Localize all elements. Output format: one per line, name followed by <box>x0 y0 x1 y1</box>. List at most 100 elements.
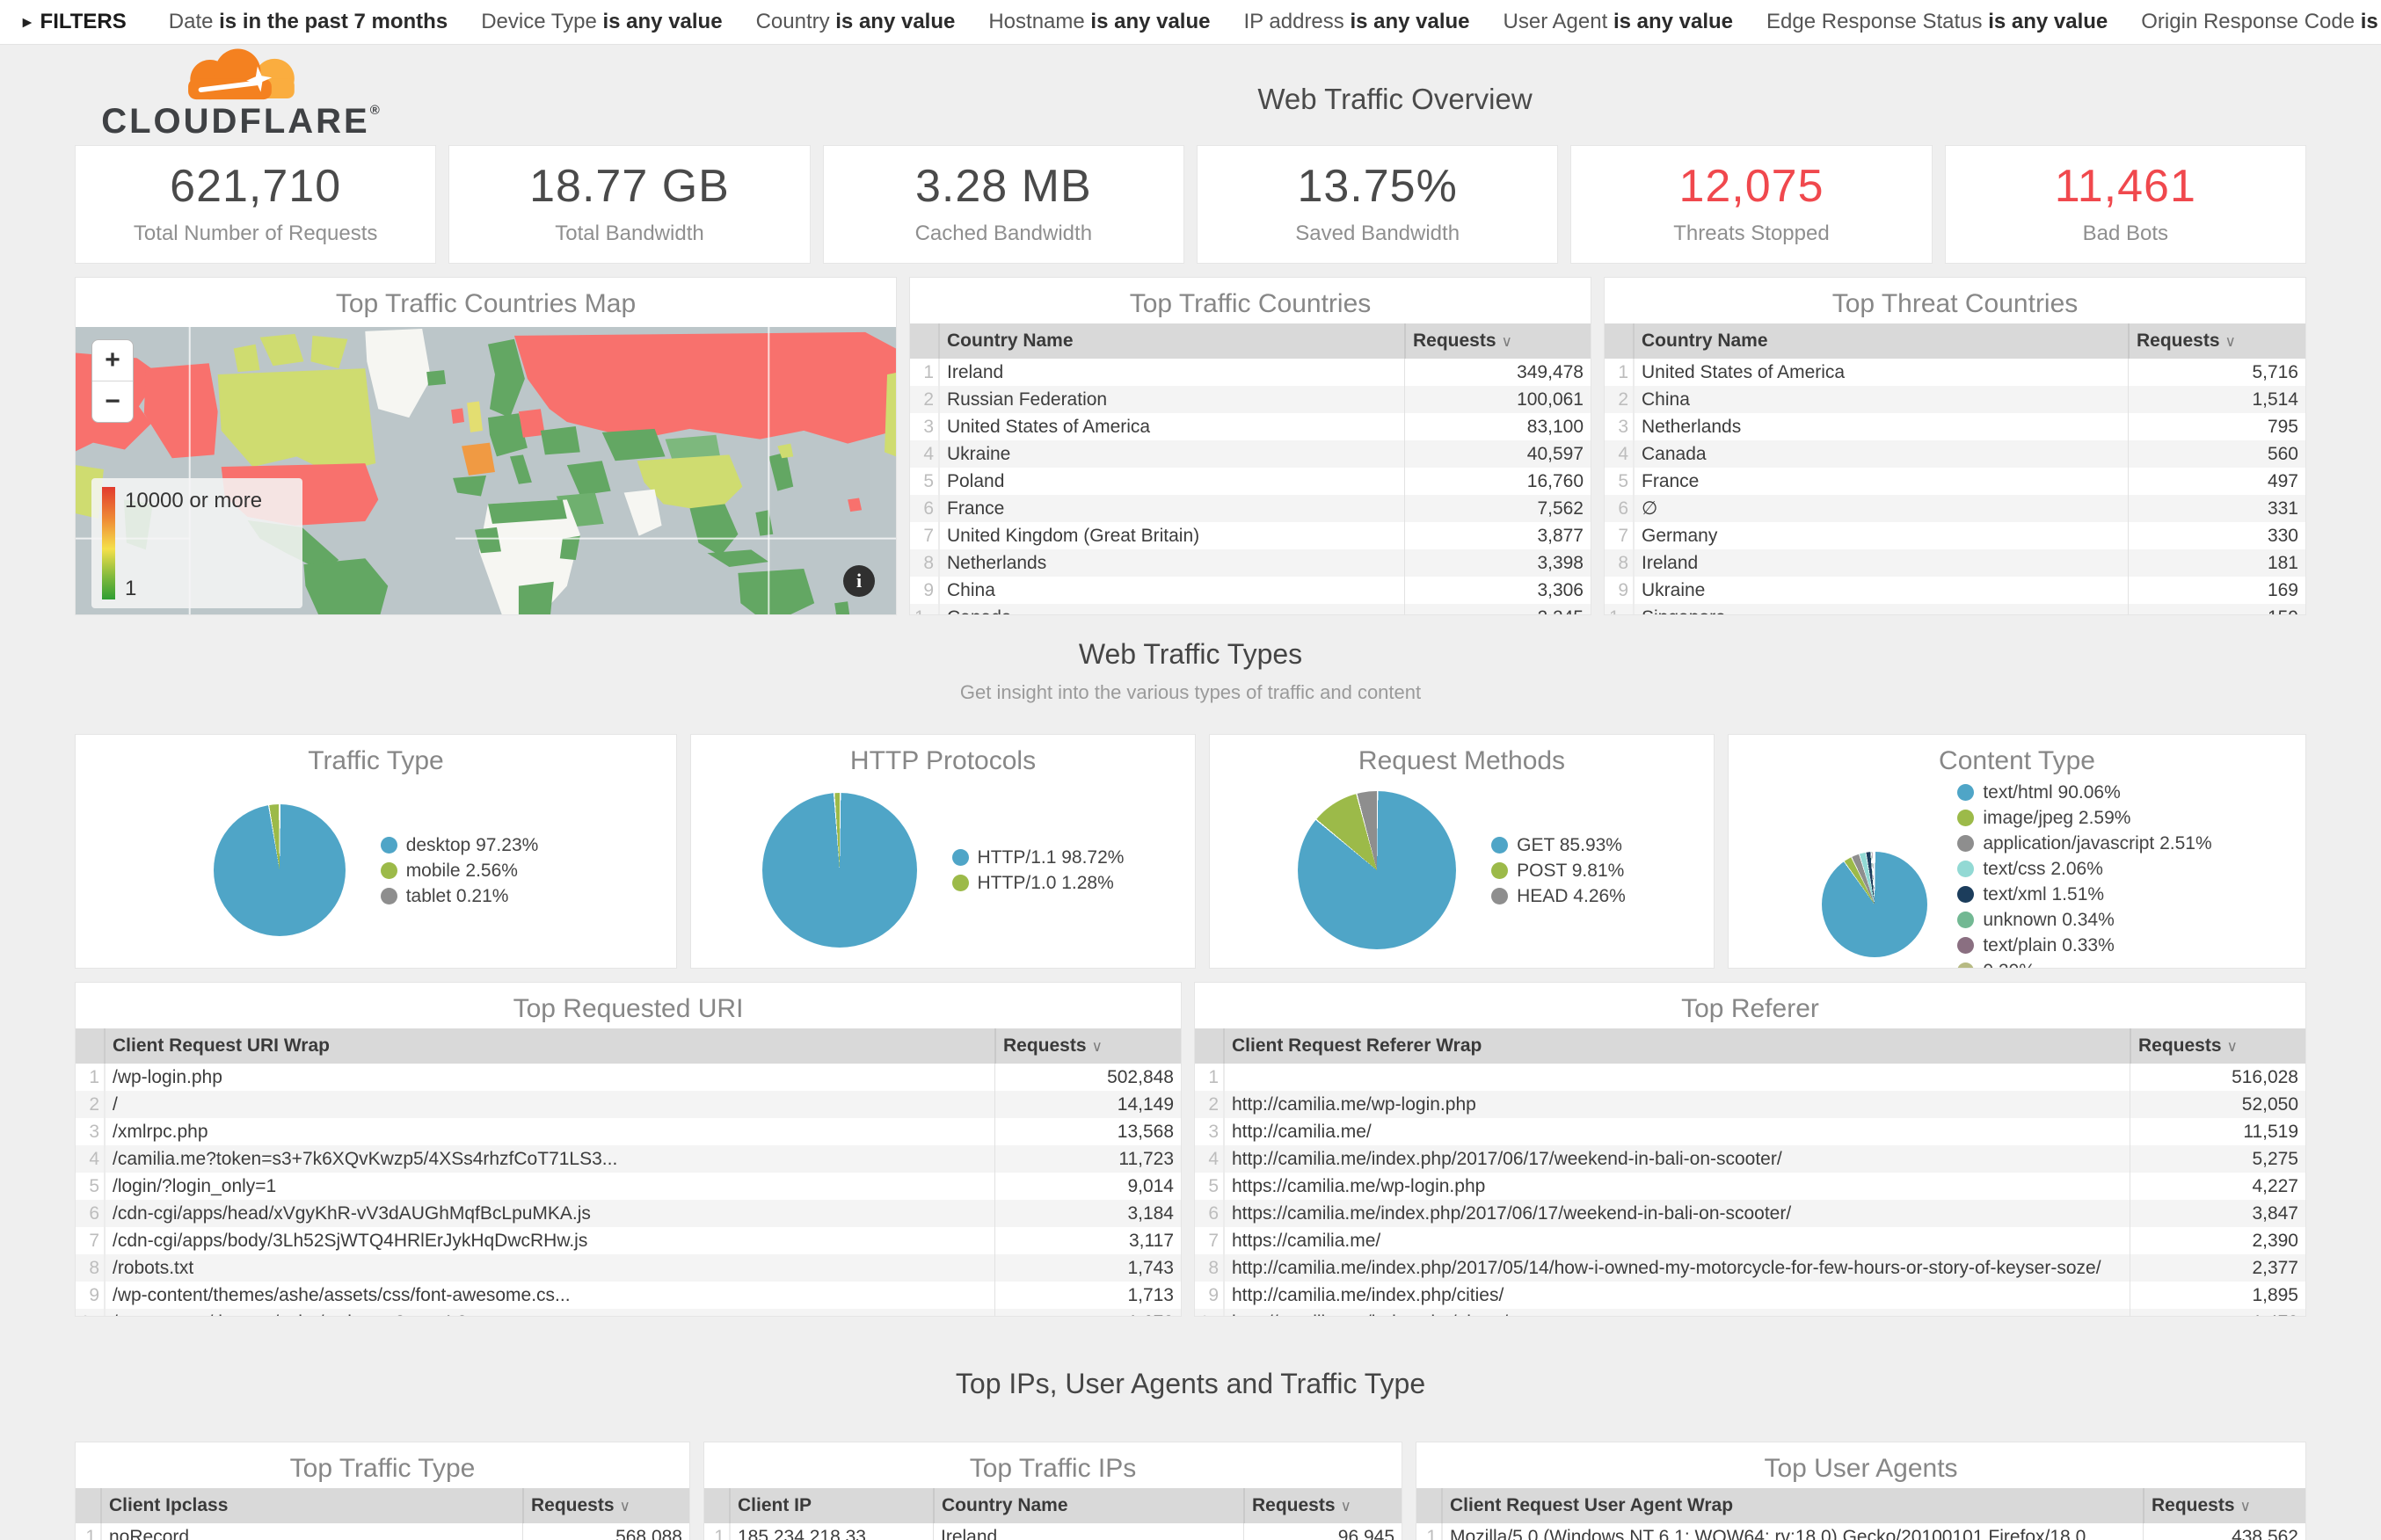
table-row[interactable]: 10/wp-content/themes/ashe/style.css?ver=… <box>76 1309 1181 1316</box>
legend-item[interactable]: text/xml 1.51% <box>1957 882 2211 907</box>
legend-item[interactable]: tablet 0.21% <box>381 883 539 909</box>
column-header[interactable]: Client IP <box>731 1488 933 1523</box>
table-row[interactable]: 2China1,514 <box>1605 386 2305 413</box>
column-header[interactable]: Country Name <box>1635 323 2128 359</box>
table-row[interactable]: 8http://camilia.me/index.php/2017/05/14/… <box>1195 1254 2305 1282</box>
legend-item[interactable]: 0.20% <box>1957 958 2211 969</box>
legend-item[interactable]: text/html 90.06% <box>1957 780 2211 805</box>
table-row[interactable]: 6/cdn-cgi/apps/head/xVgyKhR-vV3dAUGhMqfB… <box>76 1200 1181 1227</box>
table-row[interactable]: 4Ukraine40,597 <box>910 440 1591 468</box>
table-row[interactable]: 2http://camilia.me/wp-login.php52,050 <box>1195 1091 2305 1118</box>
table-row[interactable]: 5/login/?login_only=19,014 <box>76 1173 1181 1200</box>
request-methods-pie[interactable] <box>1298 791 1456 949</box>
table-row[interactable]: 1185.234.218.33Ireland96,945 <box>704 1523 1402 1540</box>
legend-swatch-icon <box>1957 962 1974 969</box>
top-traffic-ips-table: Client IPCountry NameRequests∨1185.234.2… <box>704 1488 1402 1540</box>
table-row[interactable]: 4Canada560 <box>1605 440 2305 468</box>
table-row[interactable]: 7/cdn-cgi/apps/body/3Lh52SjWTQ4HRlErJykH… <box>76 1227 1181 1254</box>
column-header[interactable]: Client Request Referer Wrap <box>1225 1028 2130 1064</box>
filter-chip[interactable]: IP address is any value <box>1243 10 1469 34</box>
column-header[interactable]: Country Name <box>940 323 1404 359</box>
table-row[interactable]: 1Mozilla/5.0 (Windows NT 6.1; WOW64; rv:… <box>1416 1523 2305 1540</box>
table-row[interactable]: 10Canada2,245 <box>910 604 1591 614</box>
table-row[interactable]: 4http://camilia.me/index.php/2017/06/17/… <box>1195 1145 2305 1173</box>
column-header[interactable]: Requests∨ <box>1404 323 1591 359</box>
column-header[interactable]: Client Request User Agent Wrap <box>1443 1488 2143 1523</box>
table-row[interactable]: 9http://camilia.me/index.php/cities/1,89… <box>1195 1282 2305 1309</box>
legend-item[interactable]: mobile 2.56% <box>381 858 539 883</box>
column-header[interactable]: Client Ipclass <box>102 1488 522 1523</box>
table-row[interactable]: 7https://camilia.me/2,390 <box>1195 1227 2305 1254</box>
table-row[interactable]: 1/wp-login.php502,848 <box>76 1064 1181 1091</box>
table-row[interactable]: 2Russian Federation100,061 <box>910 386 1591 413</box>
column-header[interactable]: Requests∨ <box>2128 323 2305 359</box>
http-protocols-pie[interactable] <box>762 793 917 948</box>
cell-value: http://camilia.me/wp-login.php <box>1225 1091 2130 1118</box>
column-header[interactable]: Requests∨ <box>522 1488 689 1523</box>
table-row[interactable]: 10Singapore159 <box>1605 604 2305 614</box>
legend-item[interactable]: HTTP/1.0 1.28% <box>952 870 1125 896</box>
legend-item[interactable]: unknown 0.34% <box>1957 907 2211 933</box>
metric-card: 621,710Total Number of Requests <box>75 145 436 264</box>
zoom-in-button[interactable]: + <box>92 340 133 381</box>
filter-chip[interactable]: User Agent is any value <box>1504 10 1733 34</box>
filter-chip[interactable]: Edge Response Status is any value <box>1766 10 2108 34</box>
table-row[interactable]: 3/xmlrpc.php13,568 <box>76 1118 1181 1145</box>
table-row[interactable]: 2/14,149 <box>76 1091 1181 1118</box>
cell-value: Mozilla/5.0 (Windows NT 6.1; WOW64; rv:1… <box>1443 1523 2143 1540</box>
traffic-type-pie[interactable] <box>214 804 346 936</box>
table-row[interactable]: 9China3,306 <box>910 577 1591 604</box>
legend-item[interactable]: HEAD 4.26% <box>1491 883 1626 909</box>
table-row[interactable]: 1noRecord568,088 <box>76 1523 689 1540</box>
legend-item[interactable]: text/css 2.06% <box>1957 856 2211 882</box>
column-header[interactable]: Country Name <box>933 1488 1243 1523</box>
table-row[interactable]: 9Ukraine169 <box>1605 577 2305 604</box>
table-row[interactable]: 5https://camilia.me/wp-login.php4,227 <box>1195 1173 2305 1200</box>
column-header[interactable]: Requests∨ <box>994 1028 1181 1064</box>
table-row[interactable]: 3United States of America83,100 <box>910 413 1591 440</box>
table-row[interactable]: 5Poland16,760 <box>910 468 1591 495</box>
column-header[interactable]: Requests∨ <box>2130 1028 2305 1064</box>
world-map[interactable]: + − 10000 or more 1 i <box>76 327 896 615</box>
table-row[interactable]: 9/wp-content/themes/ashe/assets/css/font… <box>76 1282 1181 1309</box>
column-header[interactable]: Client Request URI Wrap <box>106 1028 994 1064</box>
cell-requests: 9,014 <box>994 1173 1181 1200</box>
table-row[interactable]: 8Ireland181 <box>1605 549 2305 577</box>
legend-item[interactable]: POST 9.81% <box>1491 858 1626 883</box>
table-row[interactable]: 3Netherlands795 <box>1605 413 2305 440</box>
table-row[interactable]: 4/camilia.me?token=s3+7k6XQvKwzp5/4XSs4r… <box>76 1145 1181 1173</box>
filter-chip[interactable]: Origin Response Code is any value <box>2141 10 2381 34</box>
filter-chip[interactable]: Hostname is any value <box>988 10 1210 34</box>
table-row[interactable]: 8Netherlands3,398 <box>910 549 1591 577</box>
filter-chip[interactable]: Device Type is any value <box>481 10 722 34</box>
column-header[interactable]: Requests∨ <box>2143 1488 2305 1523</box>
legend-item[interactable]: image/jpeg 2.59% <box>1957 805 2211 831</box>
table-row[interactable]: 6https://camilia.me/index.php/2017/06/17… <box>1195 1200 2305 1227</box>
table-row[interactable]: 1United States of America5,716 <box>1605 359 2305 386</box>
table-row[interactable]: 1Ireland349,478 <box>910 359 1591 386</box>
legend-item[interactable]: HTTP/1.1 98.72% <box>952 845 1125 870</box>
map-info-button[interactable]: i <box>843 565 875 597</box>
table-row[interactable]: 7Germany330 <box>1605 522 2305 549</box>
zoom-out-button[interactable]: − <box>92 381 133 422</box>
table-row[interactable]: 1516,028 <box>1195 1064 2305 1091</box>
legend-item[interactable]: desktop 97.23% <box>381 832 539 858</box>
table-row[interactable]: 7United Kingdom (Great Britain)3,877 <box>910 522 1591 549</box>
filters-toggle[interactable]: ▸ FILTERS <box>23 10 127 34</box>
legend-item[interactable]: application/javascript 2.51% <box>1957 831 2211 856</box>
cell-requests: 3,306 <box>1404 577 1591 604</box>
cell-requests: 349,478 <box>1404 359 1591 386</box>
filter-chip[interactable]: Country is any value <box>756 10 956 34</box>
table-row[interactable]: 8/robots.txt1,743 <box>76 1254 1181 1282</box>
table-row[interactable]: 5France497 <box>1605 468 2305 495</box>
legend-item[interactable]: GET 85.93% <box>1491 832 1626 858</box>
table-row[interactable]: 6∅331 <box>1605 495 2305 522</box>
content-type-pie[interactable] <box>1822 852 1927 957</box>
table-row[interactable]: 10http://camilia.me/index.php/about/1,47… <box>1195 1309 2305 1316</box>
filter-chip[interactable]: Date is in the past 7 months <box>169 10 448 34</box>
row-bottom-tables: Top Traffic Type Client IpclassRequests∨… <box>75 1442 2306 1540</box>
table-row[interactable]: 6France7,562 <box>910 495 1591 522</box>
column-header[interactable]: Requests∨ <box>1243 1488 1402 1523</box>
table-row[interactable]: 3http://camilia.me/11,519 <box>1195 1118 2305 1145</box>
legend-item[interactable]: text/plain 0.33% <box>1957 933 2211 958</box>
